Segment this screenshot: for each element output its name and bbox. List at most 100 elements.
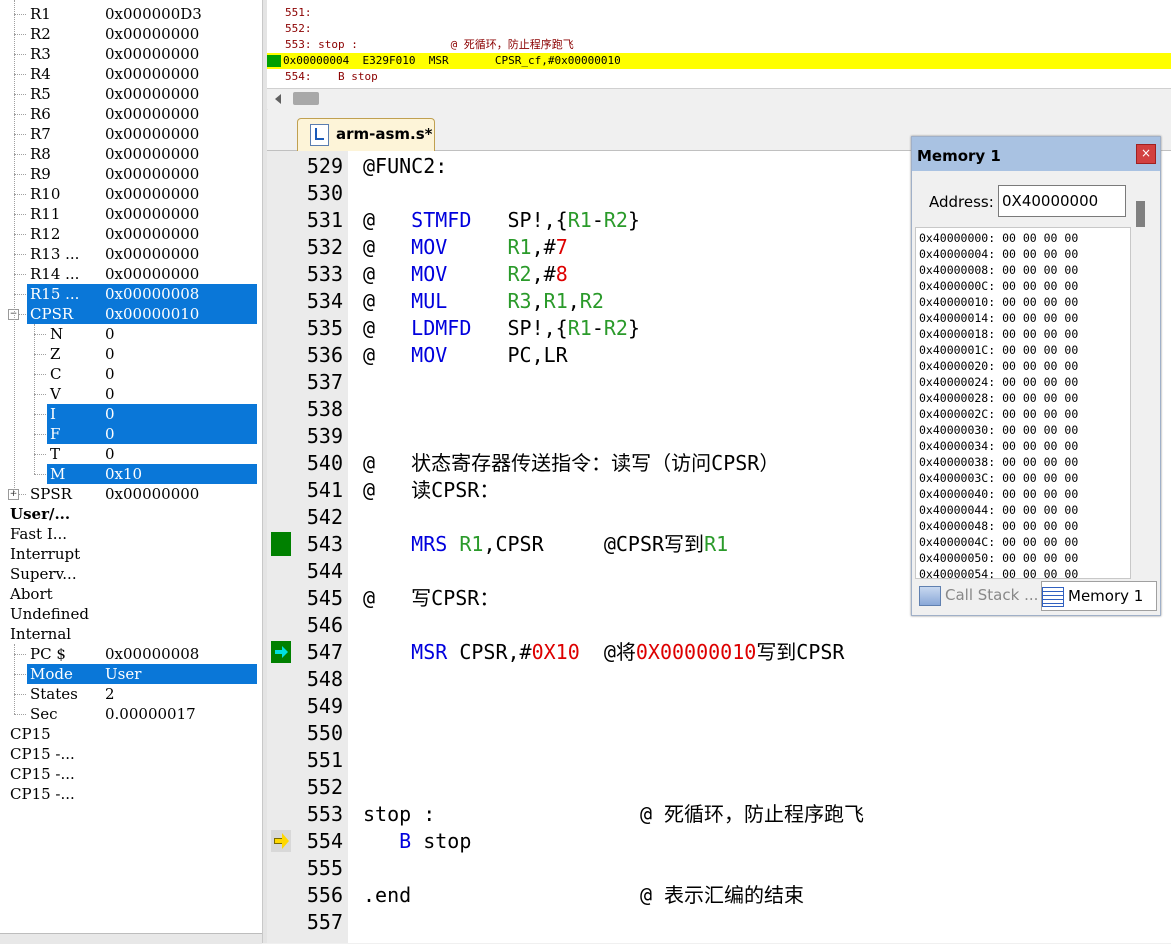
- disassembly-line[interactable]: 554: B stop: [285, 69, 378, 85]
- register-value[interactable]: 0x00000000: [105, 164, 199, 184]
- memory-row[interactable]: 0x4000002C: 00 00 00 00: [919, 406, 1078, 422]
- register-value[interactable]: 0x00000000: [105, 44, 199, 64]
- register-row[interactable]: CP15 -...: [8, 744, 257, 764]
- code-line[interactable]: @FUNC2:: [363, 153, 447, 180]
- memory-row[interactable]: 0x40000034: 00 00 00 00: [919, 438, 1078, 454]
- breakpoint-icon[interactable]: [271, 532, 291, 556]
- register-row[interactable]: Undefined: [8, 604, 257, 624]
- memory-row[interactable]: 0x40000038: 00 00 00 00: [919, 454, 1078, 470]
- code-line[interactable]: B stop: [363, 828, 471, 855]
- memory-row[interactable]: 0x40000014: 00 00 00 00: [919, 310, 1078, 326]
- scrollbar-thumb[interactable]: [1136, 201, 1145, 227]
- memory-row[interactable]: 0x40000008: 00 00 00 00: [919, 262, 1078, 278]
- register-value[interactable]: 0: [105, 444, 115, 464]
- code-line[interactable]: @ 读CPSR：: [363, 477, 499, 504]
- register-value[interactable]: 0: [105, 324, 115, 344]
- memory-row[interactable]: 0x40000044: 00 00 00 00: [919, 502, 1078, 518]
- scroll-left-arrow-icon[interactable]: [275, 94, 281, 104]
- memory-row[interactable]: 0x4000004C: 00 00 00 00: [919, 534, 1078, 550]
- register-value[interactable]: 0x00000010: [105, 304, 199, 324]
- register-value[interactable]: 0: [105, 424, 115, 444]
- breakpoint-marker-icon[interactable]: [267, 55, 281, 67]
- register-value[interactable]: 0: [105, 364, 115, 384]
- register-value[interactable]: 0x00000000: [105, 64, 199, 84]
- register-row[interactable]: C0: [47, 364, 257, 384]
- register-value[interactable]: 0x10: [105, 464, 142, 484]
- code-line[interactable]: stop : @ 死循环，防止程序跑飞: [363, 801, 864, 828]
- register-row[interactable]: Internal: [8, 624, 257, 644]
- register-row[interactable]: R5 0x00000000: [27, 84, 257, 104]
- register-row[interactable]: CP15 -...: [8, 784, 257, 804]
- register-value[interactable]: 0x00000000: [105, 184, 199, 204]
- memory-content[interactable]: 0x40000000: 00 00 00 00 0x40000004: 00 00…: [915, 227, 1131, 579]
- program-counter-arrow-icon[interactable]: [271, 641, 291, 663]
- address-input[interactable]: [998, 185, 1126, 217]
- memory-row[interactable]: 0x4000001C: 00 00 00 00: [919, 342, 1078, 358]
- memory-row[interactable]: 0x40000020: 00 00 00 00: [919, 358, 1078, 374]
- registers-bottom-tabs[interactable]: [0, 933, 262, 944]
- scrollbar-thumb[interactable]: [293, 92, 319, 105]
- register-row[interactable]: R2 0x00000000: [27, 24, 257, 44]
- register-row[interactable]: SPSR 0x00000000: [27, 484, 257, 504]
- register-row[interactable]: R1 0x000000D3: [27, 4, 257, 24]
- register-row[interactable]: Sec 0.00000017: [27, 704, 257, 724]
- disassembly-line[interactable]: 553: stop : @ 死循环，防止程序跑飞: [285, 37, 574, 53]
- register-row[interactable]: States 2: [27, 684, 257, 704]
- register-row[interactable]: User/...: [8, 504, 257, 524]
- memory-row[interactable]: 0x40000028: 00 00 00 00: [919, 390, 1078, 406]
- memory-row[interactable]: 0x40000010: 00 00 00 00: [919, 294, 1078, 310]
- register-value[interactable]: 0x00000000: [105, 484, 199, 504]
- register-row[interactable]: I0: [47, 404, 257, 424]
- register-row[interactable]: Interrupt: [8, 544, 257, 564]
- register-row[interactable]: R6 0x00000000: [27, 104, 257, 124]
- register-row[interactable]: R10 0x00000000: [27, 184, 257, 204]
- memory-row[interactable]: 0x40000030: 00 00 00 00: [919, 422, 1078, 438]
- register-row[interactable]: T0: [47, 444, 257, 464]
- code-line[interactable]: @ LDMFD SP!,{R1-R2}: [363, 315, 640, 342]
- register-row[interactable]: V0: [47, 384, 257, 404]
- current-position-arrow-icon[interactable]: [271, 830, 291, 852]
- memory-row[interactable]: 0x40000000: 00 00 00 00: [919, 230, 1078, 246]
- register-row[interactable]: Superv...: [8, 564, 257, 584]
- memory-window-titlebar[interactable]: Memory 1 ×: [912, 137, 1160, 171]
- code-line[interactable]: @ 状态寄存器传送指令：读写（访问CPSR）: [363, 450, 779, 477]
- register-row[interactable]: Mode User: [27, 664, 257, 684]
- code-line[interactable]: @ MUL R3,R1,R2: [363, 288, 604, 315]
- register-row[interactable]: R15 ... 0x00000008: [27, 284, 257, 304]
- register-value[interactable]: 2: [105, 684, 115, 704]
- tab-memory-1[interactable]: Memory 1: [1041, 581, 1157, 611]
- register-row[interactable]: M 0x10: [47, 464, 257, 484]
- register-value[interactable]: 0x00000000: [105, 204, 199, 224]
- tab-arm-asm[interactable]: arm-asm.s*: [297, 118, 435, 151]
- register-value[interactable]: 0x00000000: [105, 104, 199, 124]
- register-row[interactable]: Abort: [8, 584, 257, 604]
- code-line[interactable]: @ 写CPSR：: [363, 585, 499, 612]
- register-row[interactable]: CP15 -...: [8, 764, 257, 784]
- register-row[interactable]: F0: [47, 424, 257, 444]
- register-value[interactable]: 0x00000000: [105, 244, 199, 264]
- register-value[interactable]: 0x00000008: [105, 284, 199, 304]
- code-line[interactable]: @ MOV R2,#8: [363, 261, 568, 288]
- memory-row[interactable]: 0x40000018: 00 00 00 00: [919, 326, 1078, 342]
- register-row[interactable]: R11 0x00000000: [27, 204, 257, 224]
- memory-row[interactable]: 0x4000003C: 00 00 00 00: [919, 470, 1078, 486]
- register-value[interactable]: 0: [105, 404, 115, 424]
- register-row[interactable]: R12 0x00000000: [27, 224, 257, 244]
- memory-row[interactable]: 0x40000054: 00 00 00 00: [919, 566, 1078, 578]
- register-row[interactable]: R4 0x00000000: [27, 64, 257, 84]
- register-row[interactable]: N0: [47, 324, 257, 344]
- tab-call-stack[interactable]: Call Stack ...: [919, 581, 1039, 609]
- register-value[interactable]: User: [105, 664, 141, 684]
- memory-row[interactable]: 0x40000024: 00 00 00 00: [919, 374, 1078, 390]
- register-value[interactable]: 0x00000000: [105, 224, 199, 244]
- register-value[interactable]: 0x00000000: [105, 124, 199, 144]
- memory-row[interactable]: 0x40000048: 00 00 00 00: [919, 518, 1078, 534]
- register-row[interactable]: PC $ 0x00000008: [27, 644, 257, 664]
- register-value[interactable]: 0x00000000: [105, 264, 199, 284]
- register-row[interactable]: R3 0x00000000: [27, 44, 257, 64]
- close-icon[interactable]: ×: [1136, 144, 1156, 164]
- register-value[interactable]: 0: [105, 384, 115, 404]
- register-row[interactable]: R8 0x00000000: [27, 144, 257, 164]
- disassembly-line[interactable]: 551:: [285, 5, 312, 21]
- register-row[interactable]: CP15: [8, 724, 257, 744]
